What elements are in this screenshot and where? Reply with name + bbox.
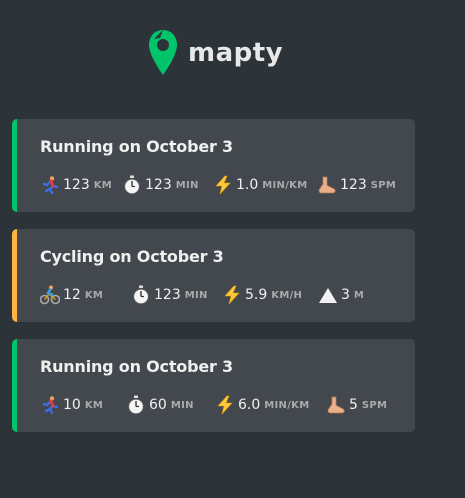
footprint-icon <box>327 396 345 414</box>
mountain-icon <box>319 288 337 303</box>
duration-detail: 123 min <box>122 175 199 195</box>
footprint-icon <box>318 176 336 194</box>
pace-detail: 1.0 min/km <box>213 175 307 195</box>
lightning-icon <box>224 285 240 305</box>
cyclist-icon <box>40 285 60 305</box>
workout-title: Running on October 3 <box>40 137 233 156</box>
cadence-detail: 5 spm <box>326 395 387 415</box>
workout-title: Running on October 3 <box>40 357 233 376</box>
workout-item[interactable]: Running on October 3 123 km 123 <box>12 119 415 212</box>
duration-detail: 60 min <box>126 395 194 415</box>
workout-list: Running on October 3 123 km 123 <box>12 119 415 449</box>
stopwatch-icon <box>132 285 150 305</box>
speed-detail: 5.9 km/h <box>222 285 302 305</box>
pace-detail: 6.0 min/km <box>215 395 309 415</box>
logo-text: mapty <box>188 38 284 68</box>
app-logo: mapty <box>148 28 283 78</box>
stopwatch-icon <box>123 175 141 195</box>
lightning-icon <box>217 395 233 415</box>
stopwatch-icon <box>127 395 145 415</box>
runner-icon <box>42 396 59 415</box>
workout-item[interactable]: Cycling on October 3 12 km <box>12 229 415 322</box>
distance-detail: 10 km <box>40 395 103 415</box>
workout-title: Cycling on October 3 <box>40 247 224 266</box>
distance-detail: 123 km <box>40 175 112 195</box>
distance-detail: 12 km <box>40 285 103 305</box>
workout-item[interactable]: Running on October 3 10 km 60 <box>12 339 415 432</box>
elevation-detail: 3 m <box>318 285 364 305</box>
cadence-detail: 123 spm <box>317 175 396 195</box>
map-pin-icon <box>149 30 177 75</box>
lightning-icon <box>215 175 231 195</box>
runner-icon <box>42 176 59 195</box>
duration-detail: 123 min <box>131 285 208 305</box>
